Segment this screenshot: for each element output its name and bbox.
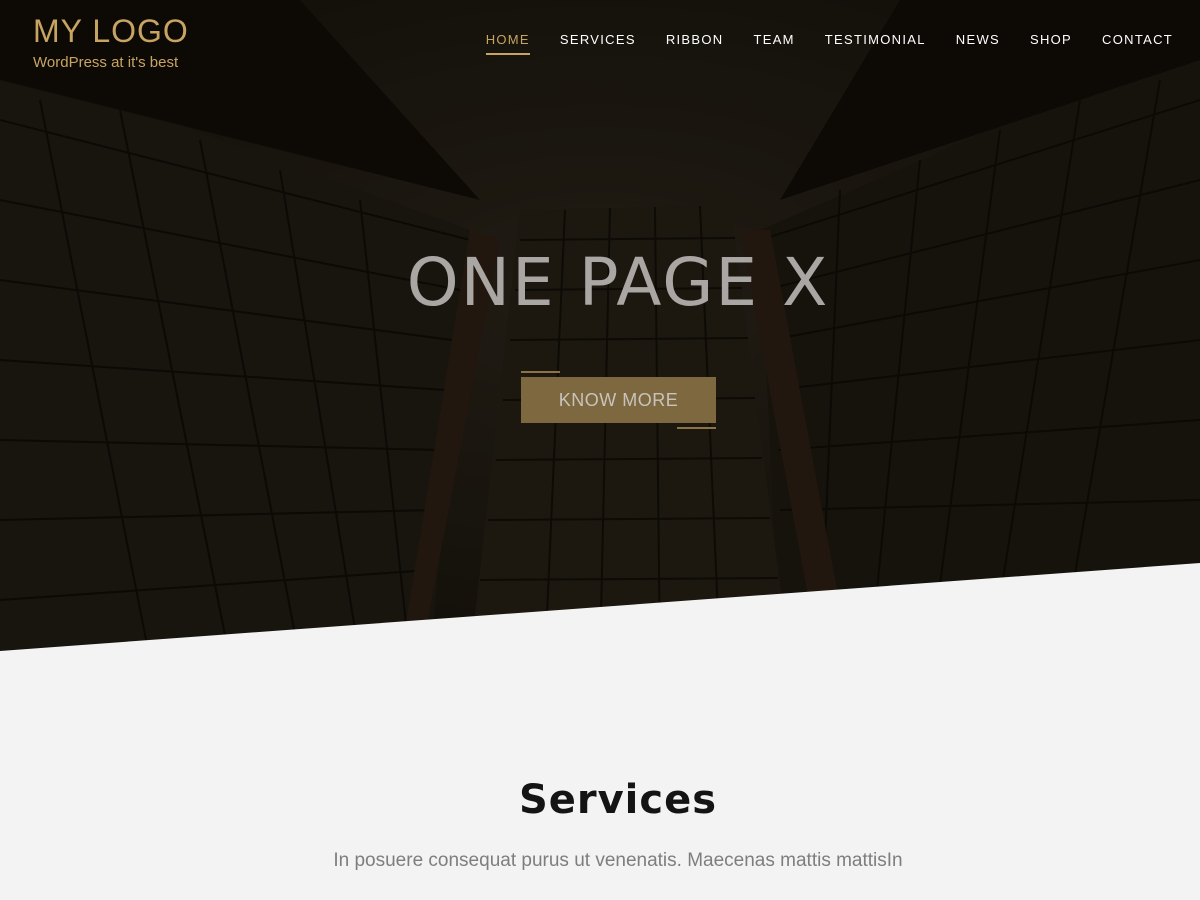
site-logo[interactable]: MY LOGO <box>33 12 189 50</box>
services-subtitle: In posuere consequat purus ut venenatis.… <box>333 850 903 871</box>
nav-item-team[interactable]: TEAM <box>753 30 794 55</box>
cta-decor-line-bottom <box>677 427 716 429</box>
section-divider <box>0 563 1200 660</box>
nav-item-services[interactable]: SERVICES <box>560 30 636 55</box>
cta-wrapper: KNOW MORE <box>521 371 716 429</box>
services-title: Services <box>518 777 718 823</box>
site-tagline: WordPress at it's best <box>33 54 179 71</box>
nav-item-testimonial[interactable]: TESTIMONIAL <box>825 30 926 55</box>
cta-decor-line-top <box>521 371 560 373</box>
site-branding: MY LOGO WordPress at it's best <box>33 12 189 72</box>
nav-item-ribbon[interactable]: RIBBON <box>666 30 724 55</box>
main-navigation: HOME SERVICES RIBBON TEAM TESTIMONIAL NE… <box>456 30 1173 55</box>
nav-item-home[interactable]: HOME <box>485 30 531 55</box>
hero-section: MY LOGO WordPress at it's best HOME SERV… <box>0 0 1200 660</box>
page: MY LOGO WordPress at it's best HOME SERV… <box>0 0 1200 900</box>
nav-item-news[interactable]: NEWS <box>956 30 1000 55</box>
nav-item-shop[interactable]: SHOP <box>1030 30 1072 55</box>
hero-title: ONE PAGE X <box>406 244 830 321</box>
services-section: Services In posuere consequat purus ut v… <box>0 760 1200 872</box>
know-more-button[interactable]: KNOW MORE <box>521 377 716 423</box>
nav-item-contact[interactable]: CONTACT <box>1102 30 1173 55</box>
